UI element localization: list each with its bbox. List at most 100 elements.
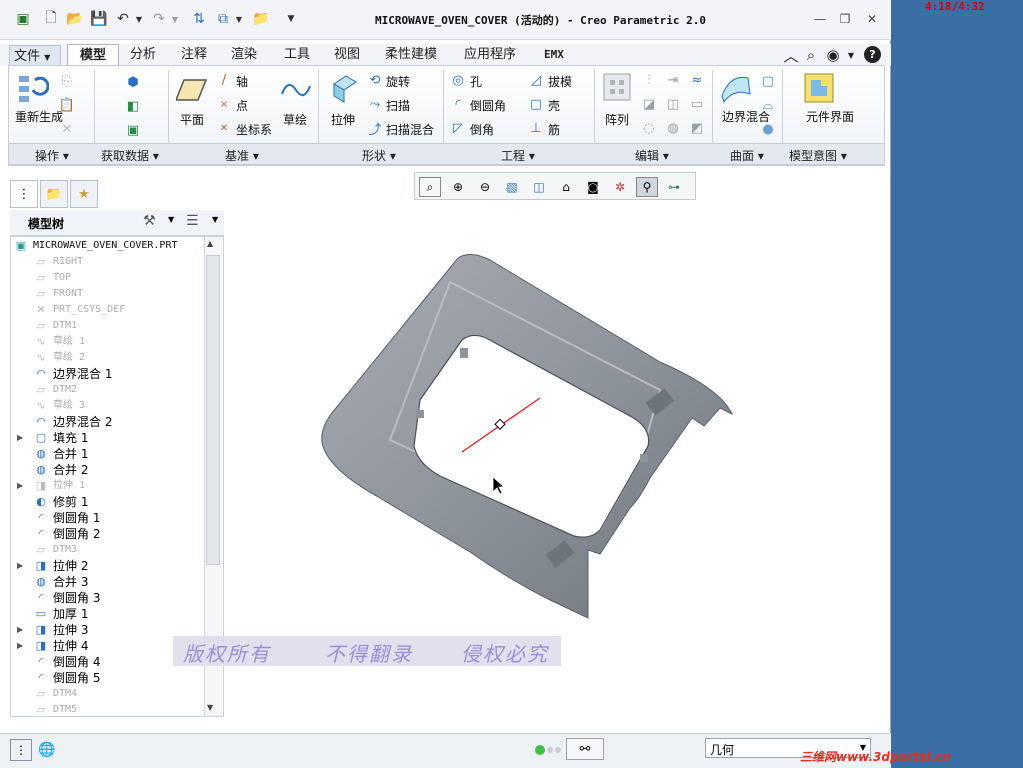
- merge-icon[interactable]: ⇥: [665, 72, 681, 88]
- tree-item[interactable]: ◠ 边界混合 2: [11, 414, 207, 430]
- tree-item[interactable]: ▱ FRONT: [11, 286, 207, 302]
- plane-icon[interactable]: [176, 74, 208, 106]
- expand-arrow-icon[interactable]: ▶: [17, 430, 23, 446]
- graphics-area[interactable]: [300, 240, 760, 630]
- tab-file[interactable]: 文件 ▼: [9, 45, 61, 67]
- repaint-icon[interactable]: ▧: [501, 177, 523, 197]
- tree-item[interactable]: ▱ DTM3: [11, 542, 207, 558]
- group-operations[interactable]: 操作 ▾: [35, 147, 69, 164]
- collapse-ribbon-icon[interactable]: ︿: [782, 46, 800, 65]
- folder-browser-tab-icon[interactable]: 📁: [40, 180, 68, 208]
- thicken-icon[interactable]: ▭: [689, 96, 705, 112]
- tree-item[interactable]: ▶ ◨ 拉伸 2: [11, 558, 207, 574]
- group-surfaces[interactable]: 曲面 ▾: [730, 147, 764, 164]
- copy-geometry-icon[interactable]: ◧: [123, 96, 143, 116]
- tree-item[interactable]: ◜ 倒圆角 2: [11, 526, 207, 542]
- spin-center-icon[interactable]: ⚲: [636, 177, 658, 197]
- delete-icon[interactable]: ✕: [58, 120, 76, 138]
- tree-item[interactable]: ◐ 修剪 1: [11, 494, 207, 510]
- tree-item[interactable]: ▱ DTM5: [11, 702, 207, 716]
- close-window-folder-icon[interactable]: 📁: [252, 10, 270, 28]
- group-datum[interactable]: 基准 ▾: [225, 147, 259, 164]
- fill-icon[interactable]: ▢: [759, 72, 777, 90]
- favorites-tab-icon[interactable]: ★: [70, 180, 98, 208]
- browser-toggle-icon[interactable]: 🌐: [36, 739, 58, 761]
- show-dropdown-icon[interactable]: ▼: [212, 215, 218, 224]
- user-defined-feature-icon[interactable]: ⬢: [123, 72, 143, 92]
- tab-analysis[interactable]: 分析: [126, 44, 160, 66]
- sweep-button[interactable]: 扫描: [386, 97, 410, 114]
- sketch-button[interactable]: 草绘: [283, 111, 307, 128]
- plane-button[interactable]: 平面: [180, 111, 204, 128]
- rib-button[interactable]: 筋: [548, 121, 560, 138]
- point-button[interactable]: 点: [236, 97, 248, 114]
- tree-item[interactable]: ▶ ◨ 拉伸 1: [11, 478, 207, 494]
- tree-item[interactable]: ✕ PRT_CSYS_DEF: [11, 302, 207, 318]
- close-button[interactable]: ✕: [862, 10, 882, 28]
- extend-icon[interactable]: ◪: [641, 96, 657, 112]
- extrude-icon[interactable]: [328, 72, 360, 104]
- save-icon[interactable]: 💾: [90, 10, 108, 28]
- round-button[interactable]: 倒圆角: [470, 97, 506, 114]
- axis-button[interactable]: 轴: [236, 73, 248, 90]
- open-file-icon[interactable]: 📂: [66, 10, 84, 28]
- regenerate-button[interactable]: 重新生成: [15, 111, 63, 124]
- community-dropdown-icon[interactable]: ▼: [842, 46, 860, 64]
- scroll-down-icon[interactable]: ▼: [207, 703, 213, 712]
- swept-blend-button[interactable]: 扫描混合: [386, 121, 434, 138]
- boundary-blend-button[interactable]: 边界混合: [722, 111, 770, 124]
- revolve-button[interactable]: 旋转: [386, 73, 410, 90]
- component-interface-button[interactable]: 元件界面: [806, 111, 854, 124]
- tree-item[interactable]: ▱ DTM4: [11, 686, 207, 702]
- regenerate-icon[interactable]: [17, 72, 49, 104]
- tab-render[interactable]: 渲染: [227, 44, 261, 66]
- tree-item[interactable]: ▱ DTM2: [11, 382, 207, 398]
- shell-button[interactable]: 壳: [548, 97, 560, 114]
- minimize-button[interactable]: —: [810, 10, 830, 28]
- show-list-icon[interactable]: ☰: [186, 213, 199, 229]
- component-interface-icon[interactable]: [803, 72, 835, 104]
- tree-item[interactable]: ∿ 草绘 1: [11, 334, 207, 350]
- community-icon[interactable]: ◉: [824, 46, 842, 64]
- tab-flexible-modeling[interactable]: 柔性建模: [381, 44, 441, 66]
- undo-dropdown-icon[interactable]: ▼: [130, 10, 148, 28]
- tree-item[interactable]: ◍ 合并 2: [11, 462, 207, 478]
- tree-item[interactable]: ◍ 合并 3: [11, 574, 207, 590]
- tree-item[interactable]: ∿ 草绘 3: [11, 398, 207, 414]
- tab-model[interactable]: 模型: [67, 44, 119, 66]
- project-icon[interactable]: ≈: [689, 72, 705, 88]
- find-binoculars-icon[interactable]: ⚯: [566, 738, 604, 760]
- expand-arrow-icon[interactable]: ▶: [17, 638, 23, 654]
- zoom-in-icon[interactable]: ⊕: [447, 177, 469, 197]
- solidify-icon[interactable]: ◩: [689, 120, 705, 136]
- view-manager-icon[interactable]: ◙: [582, 177, 604, 197]
- group-model-intent[interactable]: 模型意图 ▾: [789, 147, 847, 164]
- tree-item[interactable]: ◜ 倒圆角 1: [11, 510, 207, 526]
- expand-arrow-icon[interactable]: ▶: [17, 558, 23, 574]
- zoom-out-icon[interactable]: ⊖: [474, 177, 496, 197]
- settings-dropdown-icon[interactable]: ▼: [168, 215, 174, 224]
- group-editing[interactable]: 编辑 ▾: [635, 147, 669, 164]
- pattern-button[interactable]: 阵列: [605, 111, 629, 128]
- tree-root[interactable]: ▣ MICROWAVE_OVEN_COVER.PRT: [11, 238, 207, 254]
- scroll-thumb[interactable]: [206, 255, 220, 565]
- pattern-icon[interactable]: [602, 72, 634, 104]
- tab-applications[interactable]: 应用程序: [460, 44, 520, 66]
- chamfer-button[interactable]: 倒角: [470, 121, 494, 138]
- tree-item[interactable]: ◠ 边界混合 1: [11, 366, 207, 382]
- scroll-up-icon[interactable]: ▲: [207, 239, 213, 248]
- intersect-icon[interactable]: ◍: [665, 120, 681, 136]
- datum-display-icon[interactable]: ✲: [609, 177, 631, 197]
- group-engineering[interactable]: 工程 ▾: [501, 147, 535, 164]
- sketch-icon[interactable]: [280, 74, 312, 106]
- group-get-data[interactable]: 获取数据 ▾: [101, 147, 159, 164]
- help-icon[interactable]: ?: [864, 46, 881, 63]
- navigator-toggle-icon[interactable]: ⋮: [10, 739, 32, 761]
- style-icon[interactable]: ⌓: [759, 96, 777, 114]
- display-style-icon[interactable]: ◫: [528, 177, 550, 197]
- offset-icon[interactable]: ◌: [641, 120, 657, 136]
- tree-item[interactable]: ◜ 倒圆角 5: [11, 670, 207, 686]
- tab-emx[interactable]: EMX: [540, 44, 568, 66]
- mirror-icon[interactable]: ⫶: [641, 72, 657, 88]
- boundary-blend-icon[interactable]: [720, 72, 752, 104]
